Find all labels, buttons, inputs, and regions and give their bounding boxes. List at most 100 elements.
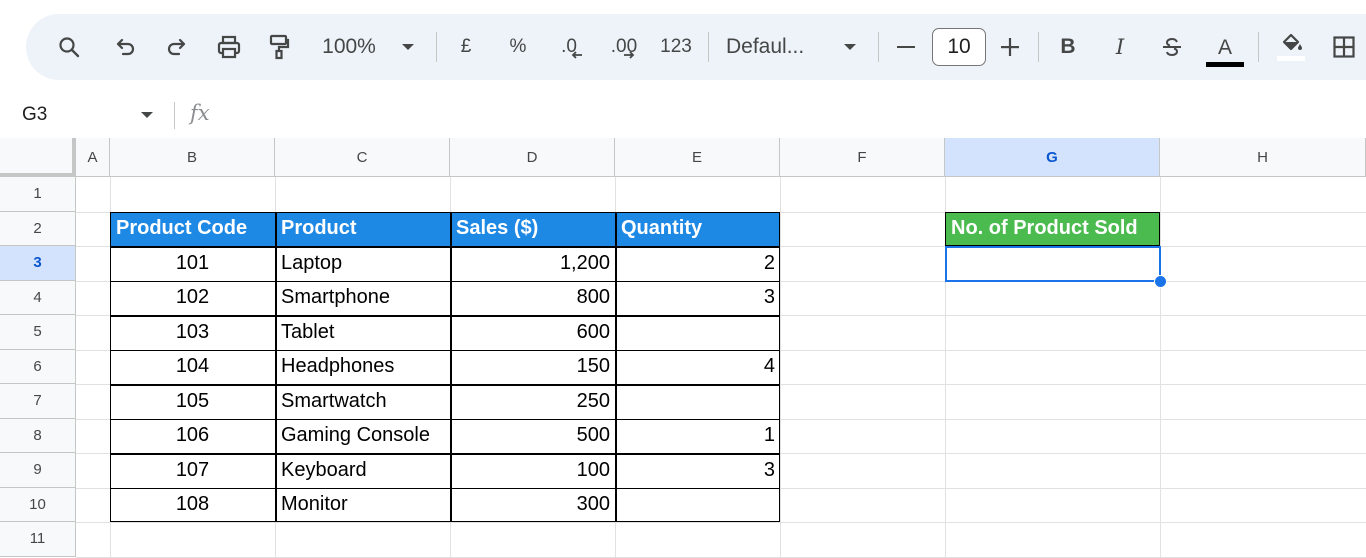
fill-color-icon[interactable] xyxy=(1272,14,1310,80)
table-cell[interactable]: Gaming Console xyxy=(275,419,450,454)
table-row-border xyxy=(110,246,780,248)
row-header-3[interactable]: 3 xyxy=(0,246,76,281)
table-cell[interactable]: 4 xyxy=(615,350,780,385)
arrow-right-icon xyxy=(624,51,635,59)
table-cell[interactable]: 103 xyxy=(110,315,275,350)
strikethrough-icon[interactable] xyxy=(1158,14,1186,80)
increase-font-size-icon[interactable] xyxy=(998,14,1022,80)
table-cell[interactable]: Headphones xyxy=(275,350,450,385)
table-cell[interactable]: 106 xyxy=(110,419,275,454)
table-cell[interactable]: 800 xyxy=(450,281,615,316)
table-cell[interactable]: Smartwatch xyxy=(275,384,450,419)
column-header-h[interactable]: H xyxy=(1160,138,1366,177)
chevron-down-icon[interactable] xyxy=(840,14,860,80)
zoom-select[interactable]: 100% xyxy=(316,14,382,80)
row-header-5[interactable]: 5 xyxy=(0,315,76,350)
decrease-decimal-button[interactable]: .0 xyxy=(552,14,586,80)
toolbar: 100% £ % .0 .00 123 Defaul... 10 B I A xyxy=(26,14,1366,80)
table-cell[interactable]: Monitor xyxy=(275,488,450,523)
row-header-1[interactable]: 1 xyxy=(0,177,76,212)
table-cell[interactable]: 107 xyxy=(110,453,275,488)
bold-button[interactable]: B xyxy=(1056,14,1080,80)
print-icon[interactable] xyxy=(214,14,244,80)
percent-button[interactable]: % xyxy=(506,14,530,80)
table-row-border xyxy=(110,349,780,351)
row-header-8[interactable]: 8 xyxy=(0,418,76,453)
search-icon[interactable] xyxy=(54,14,84,80)
column-header-b[interactable]: B xyxy=(110,138,275,177)
borders-icon[interactable] xyxy=(1330,14,1358,80)
table-cell[interactable]: 105 xyxy=(110,384,275,419)
chevron-down-icon[interactable] xyxy=(398,14,418,80)
row-header-9[interactable]: 9 xyxy=(0,453,76,488)
result-header-cell[interactable]: No. of Product Sold xyxy=(945,211,1160,246)
decrease-font-size-icon[interactable] xyxy=(894,14,918,80)
table-cell[interactable]: 3 xyxy=(615,453,780,488)
column-header-f[interactable]: F xyxy=(780,138,945,177)
text-color-letter: A xyxy=(1217,35,1232,59)
undo-icon[interactable] xyxy=(110,14,140,80)
formula-bar: G3 fx xyxy=(0,92,1366,138)
text-color-button[interactable]: A xyxy=(1206,14,1244,80)
fill-handle[interactable] xyxy=(1154,274,1167,288)
currency-button[interactable]: £ xyxy=(454,14,478,80)
row-header-7[interactable]: 7 xyxy=(0,384,76,419)
increase-decimal-button[interactable]: .00 xyxy=(604,14,644,80)
table-cell[interactable]: 2 xyxy=(615,246,780,281)
table-header-cell[interactable]: Product xyxy=(275,211,450,246)
name-box[interactable]: G3 xyxy=(22,104,47,126)
table-cell[interactable]: 3 xyxy=(615,281,780,316)
text-color-swatch xyxy=(1206,61,1244,67)
table-cell[interactable]: 300 xyxy=(450,488,615,523)
table-row-border xyxy=(110,384,780,386)
table-cell[interactable]: Smartphone xyxy=(275,281,450,316)
row-header-6[interactable]: 6 xyxy=(0,349,76,384)
column-header-e[interactable]: E xyxy=(615,138,780,177)
table-cell[interactable]: 150 xyxy=(450,350,615,385)
column-header-d[interactable]: D xyxy=(450,138,615,177)
toolbar-divider xyxy=(708,32,709,62)
column-header-g[interactable]: G xyxy=(945,138,1160,177)
row-header-10[interactable]: 10 xyxy=(0,487,76,522)
row-header-4[interactable]: 4 xyxy=(0,280,76,315)
table-cell[interactable]: Tablet xyxy=(275,315,450,350)
row-header-11[interactable]: 11 xyxy=(0,522,76,557)
table-cell[interactable]: 600 xyxy=(450,315,615,350)
chevron-down-icon[interactable] xyxy=(140,104,154,131)
grid-line xyxy=(76,556,1366,558)
table-cell[interactable]: Laptop xyxy=(275,246,450,281)
table-cell[interactable]: 250 xyxy=(450,384,615,419)
table-header-cell[interactable]: Product Code xyxy=(110,211,275,246)
table-cell[interactable]: 108 xyxy=(110,488,275,523)
table-cell[interactable]: 500 xyxy=(450,419,615,454)
table-header-cell[interactable]: Quantity xyxy=(615,211,780,246)
table-cell[interactable] xyxy=(615,315,780,350)
toolbar-divider xyxy=(878,32,879,62)
table-cell[interactable] xyxy=(615,488,780,523)
grid-line xyxy=(780,177,781,558)
toolbar-divider xyxy=(1038,32,1039,62)
table-cell[interactable] xyxy=(615,384,780,419)
font-select[interactable]: Defaul... xyxy=(726,14,822,80)
table-header-cell[interactable]: Sales ($) xyxy=(450,211,615,246)
table-cell[interactable]: 100 xyxy=(450,453,615,488)
toolbar-divider xyxy=(436,32,437,62)
paint-format-icon[interactable] xyxy=(264,14,294,80)
active-cell-selection[interactable] xyxy=(945,246,1161,282)
table-cell[interactable]: 102 xyxy=(110,281,275,316)
column-header-c[interactable]: C xyxy=(275,138,450,177)
table-cell[interactable]: 1,200 xyxy=(450,246,615,281)
row-header-2[interactable]: 2 xyxy=(0,211,76,246)
toolbar-divider xyxy=(1258,32,1259,62)
table-cell[interactable]: 104 xyxy=(110,350,275,385)
formula-input[interactable] xyxy=(236,100,1336,130)
italic-button[interactable]: I xyxy=(1108,14,1132,80)
table-cell[interactable]: 1 xyxy=(615,419,780,454)
table-cell[interactable]: Keyboard xyxy=(275,453,450,488)
redo-icon[interactable] xyxy=(162,14,192,80)
column-header-a[interactable]: A xyxy=(76,138,110,177)
select-all-corner[interactable] xyxy=(0,138,76,177)
font-size-input[interactable]: 10 xyxy=(932,28,986,66)
number-format-button[interactable]: 123 xyxy=(656,14,696,80)
table-cell[interactable]: 101 xyxy=(110,246,275,281)
